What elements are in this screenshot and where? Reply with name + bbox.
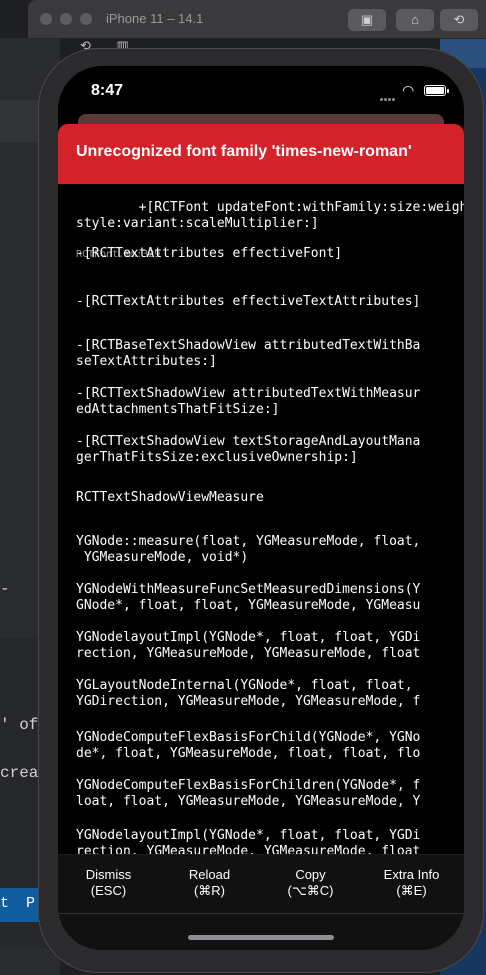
editor-fragment: - — [0, 580, 10, 598]
stack-frame[interactable]: YGNodeWithMeasureFuncSetMeasuredDimensio… — [76, 582, 448, 614]
frame-method: YGNodeComputeFlexBasisForChildren(YGNode… — [76, 778, 421, 809]
frame-method: YGNodeWithMeasureFuncSetMeasuredDimensio… — [76, 582, 421, 613]
reload-shortcut: (⌘R) — [193, 883, 226, 898]
extra-info-shortcut: (⌘E) — [396, 883, 427, 898]
wifi-icon: ◠ — [402, 82, 415, 98]
frame-method: -[RCTTextAttributes effectiveTextAttribu… — [76, 294, 421, 309]
frame-method: +[RCTFont updateFont:withFamily:size:wei… — [76, 200, 464, 231]
iphone-frame: 8:47 ◠ Unrecognized font family 'times-n… — [38, 48, 484, 973]
stack-frame[interactable]: -[RCTTextAttributes effectiveFont] — [76, 246, 448, 262]
stack-frame[interactable]: YGNodelayoutImpl(YGNode*, float, float, … — [76, 630, 448, 662]
zoom-window-button[interactable] — [80, 13, 92, 25]
status-fragment: t — [0, 895, 10, 912]
camera-icon: ▣ — [360, 12, 374, 27]
frame-method: -[RCTTextShadowView attributedTextWithMe… — [76, 386, 421, 417]
stack-frame[interactable]: -[RCTBaseTextShadowView attributedTextWi… — [76, 338, 448, 370]
stack-frame[interactable]: YGNodeComputeFlexBasisForChildren(YGNode… — [76, 778, 448, 810]
minimize-window-button[interactable] — [60, 13, 72, 25]
home-icon: ⌂ — [411, 12, 419, 27]
divider — [58, 913, 464, 914]
phone-screen: 8:47 ◠ Unrecognized font family 'times-n… — [58, 66, 464, 950]
error-header: Unrecognized font family 'times-new-roma… — [58, 124, 464, 184]
stack-frame[interactable]: -[RCTTextAttributes effectiveTextAttribu… — [76, 294, 448, 310]
dismiss-button[interactable]: Dismiss (ESC) — [58, 867, 159, 899]
frame-method: -[RCTTextShadowView textStorageAndLayout… — [76, 434, 421, 465]
stack-frame[interactable]: YGNode::measure(float, YGMeasureMode, fl… — [76, 534, 448, 566]
extra-info-label: Extra Info — [383, 867, 440, 882]
notch — [154, 66, 366, 96]
reload-button[interactable]: Reload (⌘R) — [159, 867, 260, 899]
frame-method: -[RCTTextAttributes effectiveFont] — [76, 246, 343, 261]
home-button[interactable]: ⌂ — [396, 9, 434, 31]
frame-method: YGNodeComputeFlexBasisForChild(YGNode*, … — [76, 730, 421, 761]
status-time: 8:47 — [91, 82, 124, 99]
frame-method: YGLayoutNodeInternal(YGNode*, float, flo… — [76, 678, 421, 709]
editor-fragment: ' of — [0, 716, 39, 734]
extra-info-button[interactable]: Extra Info (⌘E) — [361, 867, 462, 899]
battery-icon — [424, 85, 449, 96]
stack-frame[interactable]: RCTTextShadowViewMeasure — [76, 490, 448, 506]
copy-label: Copy — [295, 867, 326, 882]
frame-method: -[RCTBaseTextShadowView attributedTextWi… — [76, 338, 421, 369]
stack-frame[interactable]: +[RCTFont updateFont:withFamily:size:wei… — [76, 184, 464, 294]
frame-method: YGNodelayoutImpl(YGNode*, float, float, … — [76, 828, 421, 854]
stack-frame[interactable]: YGLayoutNodeInternal(YGNode*, float, flo… — [76, 678, 448, 710]
rotate-button[interactable]: ⟲ — [440, 9, 478, 31]
simulator-title: iPhone 11 – 14.1 — [106, 11, 204, 26]
stack-frame[interactable]: YGNodeComputeFlexBasisForChild(YGNode*, … — [76, 730, 448, 762]
error-title: Unrecognized font family 'times-new-roma… — [76, 143, 412, 160]
frame-method: YGNode::measure(float, YGMeasureMode, fl… — [76, 534, 421, 565]
dismiss-label: Dismiss — [85, 867, 132, 882]
home-indicator[interactable] — [188, 935, 334, 940]
copy-button[interactable]: Copy (⌥⌘C) — [260, 867, 361, 899]
stack-frame[interactable]: YGNodelayoutImpl(YGNode*, float, float, … — [76, 828, 448, 854]
stack-frame[interactable]: -[RCTTextShadowView attributedTextWithMe… — [76, 386, 448, 418]
reload-label: Reload — [188, 867, 231, 882]
screenshot-button[interactable]: ▣ — [348, 9, 386, 31]
stack-frame[interactable]: -[RCTTextShadowView textStorageAndLayout… — [76, 434, 448, 466]
signal-icon — [380, 88, 398, 101]
stack-trace[interactable]: +[RCTFont updateFont:withFamily:size:wei… — [58, 184, 464, 854]
frame-method: YGNodelayoutImpl(YGNode*, float, float, … — [76, 630, 421, 661]
status-fragment: P — [26, 895, 36, 912]
rotate-icon: ⟲ — [453, 12, 465, 27]
close-window-button[interactable] — [40, 13, 52, 25]
dismiss-shortcut: (ESC) — [90, 883, 127, 898]
simulator-title-bar: iPhone 11 – 14.1 ▣ ⌂ ⟲ — [28, 0, 486, 39]
redbox-button-bar: Dismiss (ESC) Reload (⌘R) Copy (⌥⌘C) Ext… — [58, 854, 464, 950]
frame-method: RCTTextShadowViewMeasure — [76, 490, 264, 505]
copy-shortcut: (⌥⌘C) — [287, 883, 334, 898]
